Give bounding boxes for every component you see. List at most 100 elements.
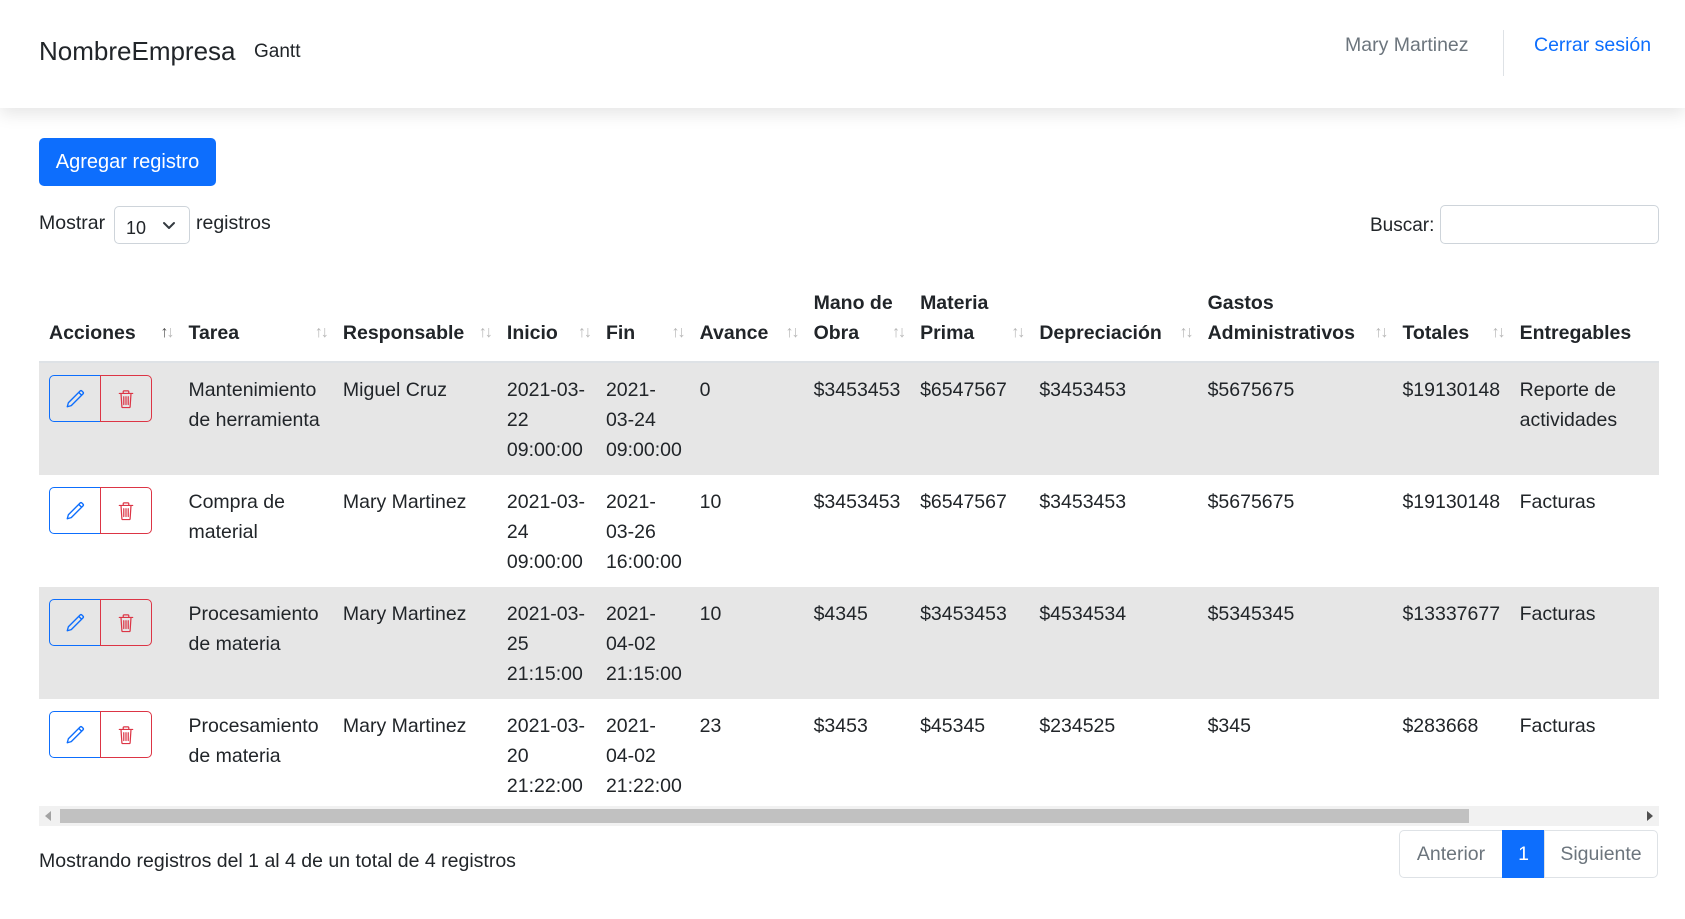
cell-depreciacion: $3453453 bbox=[1029, 362, 1198, 475]
column-header-label: Acciones bbox=[49, 322, 136, 344]
cell-inicio: 2021-03-20 21:22:00 bbox=[496, 699, 596, 806]
cell-tarea: Procesamiento de materia bbox=[178, 699, 333, 806]
edit-button[interactable] bbox=[49, 599, 101, 646]
user-name: Mary Martinez bbox=[1345, 34, 1469, 56]
column-header-label: Entregables bbox=[1519, 322, 1632, 344]
pencil-icon bbox=[65, 725, 85, 745]
column-header[interactable]: Depreciación ↑↓ bbox=[1029, 258, 1198, 363]
search-label: Buscar: bbox=[1370, 215, 1435, 236]
trash-icon bbox=[117, 613, 135, 633]
delete-button[interactable] bbox=[100, 599, 152, 646]
column-header-label: Materia Prima bbox=[920, 292, 989, 344]
scroll-left-icon[interactable] bbox=[45, 811, 51, 821]
brand-link[interactable]: NombreEmpresa bbox=[39, 36, 236, 67]
column-header[interactable]: Totales ↑↓ bbox=[1392, 258, 1510, 363]
column-header[interactable]: Inicio ↑↓ bbox=[496, 258, 596, 363]
column-header[interactable]: Materia Prima ↑↓ bbox=[910, 258, 1030, 363]
actions-cell bbox=[39, 587, 179, 699]
column-header[interactable]: Gastos Administrativos ↑↓ bbox=[1197, 258, 1393, 363]
sort-icon: ↑↓ bbox=[478, 324, 493, 341]
column-header[interactable]: Mano de Obra ↑↓ bbox=[803, 258, 911, 363]
table-row: Mantenimiento de herramienta Miguel Cruz 2… bbox=[39, 362, 1659, 475]
add-record-button[interactable]: Agregar registro bbox=[39, 138, 216, 186]
cell-totales: $19130148 bbox=[1392, 475, 1510, 587]
edit-button[interactable] bbox=[49, 711, 101, 758]
cell-depreciacion: $3453453 bbox=[1029, 475, 1198, 587]
pencil-icon bbox=[65, 501, 85, 521]
cell-totales: $19130148 bbox=[1392, 362, 1510, 475]
sort-icon: ↑↓ bbox=[577, 324, 592, 341]
cell-materia-prima: $3453453 bbox=[910, 587, 1030, 699]
cell-mano-obra: $4345 bbox=[803, 587, 911, 699]
cell-fin: 2021-03-24 09:00:00 bbox=[595, 362, 690, 475]
edit-button[interactable] bbox=[49, 487, 101, 534]
sort-icon: ↑↓ bbox=[785, 324, 800, 341]
column-header[interactable]: Entregables↑↓ bbox=[1509, 258, 1659, 363]
cell-inicio: 2021-03-24 09:00:00 bbox=[496, 475, 596, 587]
column-header-label: Fin bbox=[605, 322, 636, 344]
cell-tarea: Compra de material bbox=[178, 475, 333, 587]
cell-depreciacion: $4534534 bbox=[1029, 587, 1198, 699]
table-row: Procesamiento de materia Mary Martinez 202… bbox=[39, 587, 1659, 699]
cell-avance: 10 bbox=[689, 587, 804, 699]
table-header-row: Acciones ↑↓ Tarea ↑↓ Responsable ↑↓ Inicio ↑… bbox=[39, 258, 1659, 363]
actions-cell bbox=[39, 475, 179, 587]
row-actions bbox=[49, 375, 169, 422]
actions-cell bbox=[39, 699, 179, 806]
pagination: Anterior 1 Siguiente bbox=[1399, 830, 1658, 878]
cell-materia-prima: $6547567 bbox=[910, 475, 1030, 587]
records-table: Acciones ↑↓ Tarea ↑↓ Responsable ↑↓ Inicio ↑… bbox=[39, 258, 1659, 806]
sort-icon: ↑↓ bbox=[314, 324, 329, 341]
sort-icon: ↑↓ bbox=[1491, 324, 1506, 341]
column-header[interactable]: Tarea ↑↓ bbox=[178, 258, 333, 363]
length-label-prefix: Mostrar bbox=[39, 212, 106, 234]
column-header-label: Responsable bbox=[342, 322, 465, 344]
nav-link-gantt[interactable]: Gantt bbox=[254, 41, 300, 63]
navbar: NombreEmpresa Gantt Mary Martinez Cerrar… bbox=[0, 0, 1685, 108]
cell-mano-obra: $3453453 bbox=[803, 362, 911, 475]
table-info: Mostrando registros del 1 al 4 de un tot… bbox=[39, 850, 516, 872]
cell-entregables: Facturas bbox=[1509, 475, 1659, 587]
trash-icon bbox=[117, 389, 135, 409]
horizontal-scrollbar[interactable] bbox=[39, 806, 1659, 826]
cell-totales: $13337677 bbox=[1392, 587, 1510, 699]
table-row: Procesamiento de materia Mary Martinez 202… bbox=[39, 699, 1659, 806]
cell-inicio: 2021-03-22 09:00:00 bbox=[496, 362, 596, 475]
cell-tarea: Procesamiento de materia bbox=[178, 587, 333, 699]
pagination-next[interactable]: Siguiente bbox=[1544, 830, 1658, 878]
column-header[interactable]: Responsable ↑↓ bbox=[332, 258, 497, 363]
delete-button[interactable] bbox=[100, 711, 152, 758]
row-actions bbox=[49, 487, 169, 534]
delete-button[interactable] bbox=[100, 375, 152, 422]
column-header-label: Depreciación bbox=[1039, 322, 1162, 344]
cell-avance: 10 bbox=[689, 475, 804, 587]
cell-gastos: $345 bbox=[1197, 699, 1393, 806]
logout-link[interactable]: Cerrar sesión bbox=[1534, 34, 1651, 57]
column-header[interactable]: Fin ↑↓ bbox=[595, 258, 690, 363]
pagination-page-1[interactable]: 1 bbox=[1502, 830, 1545, 878]
cell-responsable: Miguel Cruz bbox=[332, 362, 497, 475]
cell-gastos: $5675675 bbox=[1197, 362, 1393, 475]
page-length-select[interactable]: 10 bbox=[114, 206, 190, 244]
cell-depreciacion: $234525 bbox=[1029, 699, 1198, 806]
cell-responsable: Mary Martinez bbox=[332, 587, 497, 699]
trash-icon bbox=[117, 725, 135, 745]
pagination-previous[interactable]: Anterior bbox=[1399, 830, 1503, 878]
search-input[interactable] bbox=[1440, 205, 1659, 244]
scroll-right-icon[interactable] bbox=[1647, 811, 1653, 821]
cell-mano-obra: $3453 bbox=[803, 699, 911, 806]
sort-icon: ↑↓ bbox=[1374, 324, 1388, 341]
column-header[interactable]: Avance ↑↓ bbox=[689, 258, 804, 363]
column-header[interactable]: Acciones ↑↓ bbox=[39, 258, 179, 363]
row-actions bbox=[49, 711, 169, 758]
row-actions bbox=[49, 599, 169, 646]
column-header-label: Totales bbox=[1402, 322, 1470, 344]
cell-mano-obra: $3453453 bbox=[803, 475, 911, 587]
column-header-label: Avance bbox=[699, 322, 769, 344]
scrollbar-thumb[interactable] bbox=[60, 809, 1469, 823]
sort-icon: ↑↓ bbox=[892, 324, 906, 341]
cell-avance: 23 bbox=[689, 699, 804, 806]
edit-button[interactable] bbox=[49, 375, 101, 422]
delete-button[interactable] bbox=[100, 487, 152, 534]
cell-materia-prima: $45345 bbox=[910, 699, 1030, 806]
